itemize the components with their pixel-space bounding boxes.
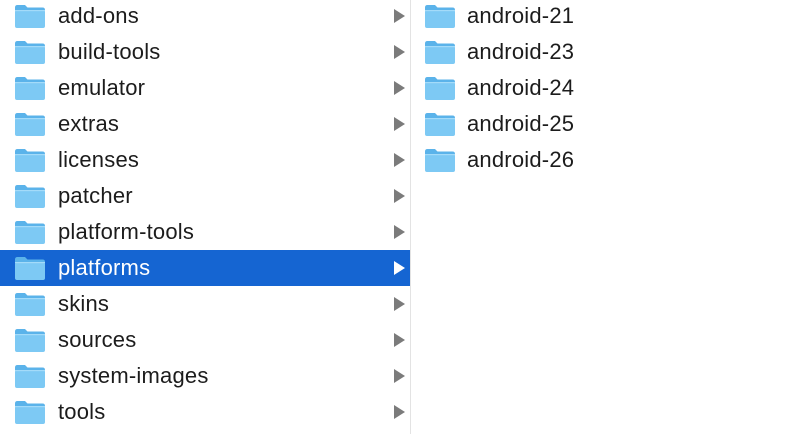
- folder-row-add-ons[interactable]: add-ons: [0, 0, 410, 34]
- folder-label: add-ons: [58, 3, 139, 28]
- folder-row-android-21[interactable]: android-21: [411, 0, 790, 34]
- folder-icon: [14, 363, 46, 389]
- chevron-right-icon: [394, 45, 405, 59]
- chevron-right-icon: [394, 369, 405, 383]
- folder-row-skins[interactable]: skins: [0, 286, 410, 322]
- folder-label: licenses: [58, 147, 140, 172]
- folder-label: android-21: [467, 3, 575, 28]
- folder-row-platforms[interactable]: platforms: [0, 250, 410, 286]
- folder-label: android-23: [467, 39, 575, 64]
- folder-row-build-tools[interactable]: build-tools: [0, 34, 410, 70]
- folder-icon: [14, 183, 46, 209]
- folder-row-android-23[interactable]: android-23: [411, 34, 790, 70]
- chevron-right-icon: [394, 297, 405, 311]
- finder-column-browser: add-ons build-tools emulator extras lice…: [0, 0, 790, 434]
- chevron-right-icon: [394, 153, 405, 167]
- folder-row-system-images[interactable]: system-images: [0, 358, 410, 394]
- folder-row-tools[interactable]: tools: [0, 394, 410, 430]
- folder-label: tools: [58, 399, 106, 424]
- column-platforms[interactable]: android-21 android-23 android-24 android…: [411, 0, 790, 434]
- folder-row-platform-tools[interactable]: platform-tools: [0, 214, 410, 250]
- folder-label: emulator: [58, 75, 146, 100]
- folder-icon: [14, 3, 46, 29]
- folder-icon: [424, 111, 456, 137]
- folder-icon: [14, 255, 46, 281]
- folder-label: android-24: [467, 75, 575, 100]
- folder-icon: [14, 147, 46, 173]
- column-sdk[interactable]: add-ons build-tools emulator extras lice…: [0, 0, 410, 434]
- folder-row-licenses[interactable]: licenses: [0, 142, 410, 178]
- folder-label: skins: [58, 291, 110, 316]
- folder-icon: [14, 291, 46, 317]
- folder-icon: [14, 75, 46, 101]
- folder-label: build-tools: [58, 39, 161, 64]
- folder-label: platforms: [58, 255, 151, 280]
- chevron-right-icon: [394, 117, 405, 131]
- chevron-right-icon: [394, 405, 405, 419]
- folder-row-android-25[interactable]: android-25: [411, 106, 790, 142]
- folder-label: android-26: [467, 147, 575, 172]
- folder-icon: [424, 147, 456, 173]
- folder-row-android-26[interactable]: android-26: [411, 142, 790, 178]
- folder-row-patcher[interactable]: patcher: [0, 178, 410, 214]
- folder-label: android-25: [467, 111, 575, 136]
- chevron-right-icon: [394, 225, 405, 239]
- folder-row-emulator[interactable]: emulator: [0, 70, 410, 106]
- folder-label: system-images: [58, 363, 209, 388]
- folder-row-extras[interactable]: extras: [0, 106, 410, 142]
- folder-label: sources: [58, 327, 137, 352]
- folder-label: extras: [58, 111, 120, 136]
- folder-icon: [14, 399, 46, 425]
- folder-icon: [14, 39, 46, 65]
- chevron-right-icon: [394, 333, 405, 347]
- folder-icon: [424, 75, 456, 101]
- folder-label: patcher: [58, 183, 133, 208]
- folder-row-sources[interactable]: sources: [0, 322, 410, 358]
- folder-icon: [14, 219, 46, 245]
- chevron-right-icon: [394, 81, 405, 95]
- folder-icon: [424, 3, 456, 29]
- chevron-right-icon: [394, 261, 405, 275]
- folder-icon: [424, 39, 456, 65]
- folder-icon: [14, 111, 46, 137]
- chevron-right-icon: [394, 9, 405, 23]
- folder-icon: [14, 327, 46, 353]
- folder-label: platform-tools: [58, 219, 195, 244]
- folder-row-android-24[interactable]: android-24: [411, 70, 790, 106]
- chevron-right-icon: [394, 189, 405, 203]
